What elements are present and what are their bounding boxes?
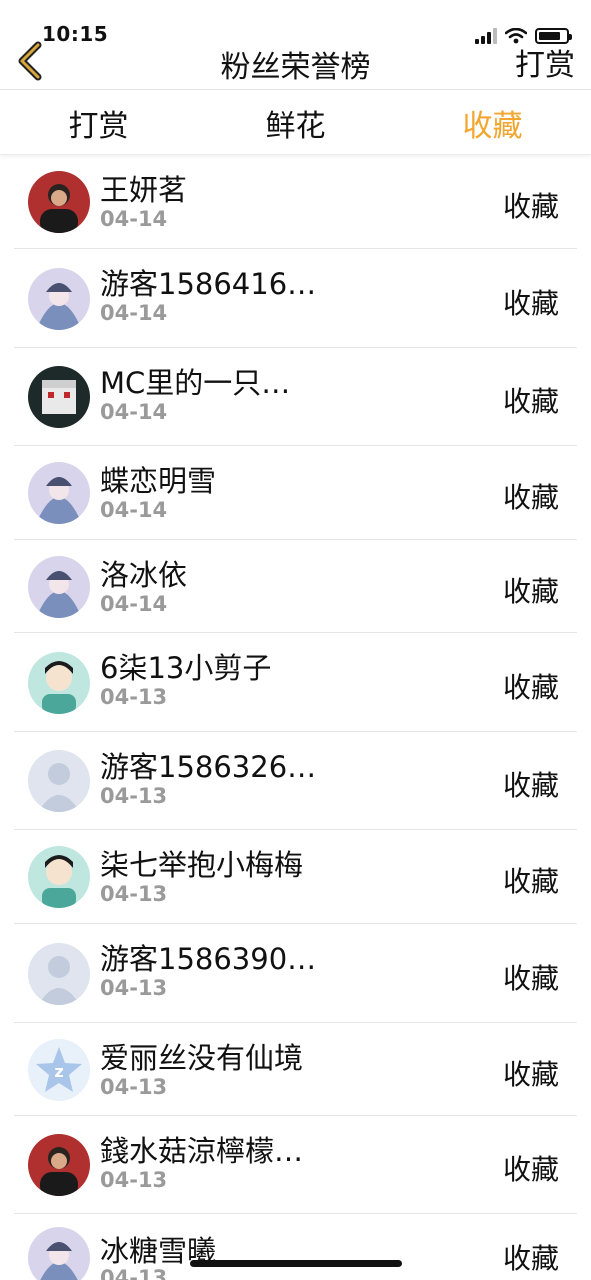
- fan-name: 游客1586326…: [100, 750, 317, 784]
- fan-name: 洛冰依: [100, 558, 188, 592]
- fan-name: 游客1586390…: [100, 942, 317, 976]
- avatar[interactable]: [28, 652, 90, 714]
- fan-name: 6柒13小剪子: [100, 651, 272, 685]
- tab-bar: 打赏 鲜花 收藏: [0, 91, 591, 155]
- fan-date: 04-14: [100, 592, 168, 616]
- avatar[interactable]: [28, 846, 90, 908]
- list-item[interactable]: 游客1586416… 04-14 收藏: [14, 249, 577, 348]
- fan-name: 錢水菇涼檸檬…: [100, 1134, 304, 1168]
- default-avatar-icon: [28, 943, 90, 1005]
- fan-action-label: 收藏: [502, 1242, 559, 1275]
- fan-name: MC里的一只…: [100, 366, 291, 400]
- fan-date: 04-14: [100, 207, 168, 231]
- fan-date: 04-13: [100, 784, 168, 808]
- avatar[interactable]: [28, 366, 90, 428]
- fan-action-label: 收藏: [502, 385, 559, 418]
- fan-date: 04-13: [100, 882, 168, 906]
- fan-action-label: 收藏: [502, 190, 559, 223]
- fan-date: 04-13: [100, 1168, 168, 1192]
- avatar[interactable]: [28, 1134, 90, 1196]
- cartoon-avatar-icon: [28, 652, 90, 714]
- list-item[interactable]: 錢水菇涼檸檬… 04-13 收藏: [14, 1116, 577, 1214]
- fan-name: 爱丽丝没有仙境: [100, 1041, 304, 1075]
- fan-action-label: 收藏: [502, 865, 559, 898]
- fan-date: 04-13: [100, 1075, 168, 1099]
- nav-bar: 粉丝荣誉榜 打赏: [0, 28, 591, 90]
- fan-date: 04-13: [100, 976, 168, 1000]
- list-item[interactable]: 游客1586390… 04-13 收藏: [14, 924, 577, 1023]
- fan-date: 04-14: [100, 498, 168, 522]
- fan-name: 王妍茗: [100, 173, 188, 207]
- fan-action-label: 收藏: [502, 962, 559, 995]
- tab-favorites[interactable]: 收藏: [394, 91, 591, 154]
- qzone-avatar-icon: z: [28, 1039, 90, 1101]
- fan-date: 04-13: [100, 685, 168, 709]
- fan-action-label: 收藏: [502, 769, 559, 802]
- fan-date: 04-14: [100, 400, 168, 424]
- tab-reward[interactable]: 打赏: [0, 91, 197, 154]
- avatar[interactable]: [28, 462, 90, 524]
- avatar[interactable]: z: [28, 1039, 90, 1101]
- list-item[interactable]: 柒七举抱小梅梅 04-13 收藏: [14, 830, 577, 924]
- avatar[interactable]: [28, 750, 90, 812]
- fan-action-label: 收藏: [502, 1058, 559, 1091]
- list-item[interactable]: 王妍茗 04-14 收藏: [14, 155, 577, 249]
- anime-avatar-icon: [28, 1227, 90, 1280]
- fan-action-label: 收藏: [502, 575, 559, 608]
- photo-avatar-icon: [28, 171, 90, 233]
- default-avatar-icon: [28, 750, 90, 812]
- fan-date: 04-14: [100, 301, 168, 325]
- cartoon-avatar-icon: [28, 846, 90, 908]
- list-item[interactable]: 6柒13小剪子 04-13 收藏: [14, 633, 577, 732]
- anime-avatar-icon: [28, 556, 90, 618]
- page-title: 粉丝荣誉榜: [220, 50, 371, 85]
- list-item[interactable]: 游客1586326… 04-13 收藏: [14, 732, 577, 830]
- fan-name: 游客1586416…: [100, 267, 317, 301]
- svg-text:z: z: [54, 1062, 63, 1081]
- list-item[interactable]: 冰糖雪曦 04-13 收藏: [14, 1214, 577, 1280]
- anime-avatar-icon: [28, 462, 90, 524]
- fan-action-label: 收藏: [502, 287, 559, 320]
- list-item[interactable]: z 爱丽丝没有仙境 04-13 收藏: [14, 1023, 577, 1116]
- home-indicator: [190, 1260, 402, 1267]
- anime-avatar-icon: [28, 268, 90, 330]
- reward-button[interactable]: 打赏: [515, 40, 575, 84]
- avatar[interactable]: [28, 268, 90, 330]
- minecraft-avatar-icon: [28, 366, 90, 428]
- fan-action-label: 收藏: [502, 481, 559, 514]
- list-item[interactable]: MC里的一只… 04-14 收藏: [14, 348, 577, 446]
- avatar[interactable]: [28, 171, 90, 233]
- fan-name: 蝶恋明雪: [100, 464, 217, 498]
- fan-action-label: 收藏: [502, 1153, 559, 1186]
- photo-avatar-icon: [28, 1134, 90, 1196]
- fan-list: 王妍茗 04-14 收藏 游客1586416… 04-14 收藏 MC里的一只… 04-14 收…: [14, 155, 577, 1280]
- avatar[interactable]: [28, 556, 90, 618]
- avatar[interactable]: [28, 1227, 90, 1280]
- list-item[interactable]: 洛冰依 04-14 收藏: [14, 540, 577, 633]
- fan-name: 柒七举抱小梅梅: [100, 848, 304, 882]
- tab-flowers[interactable]: 鲜花: [197, 91, 394, 154]
- fan-action-label: 收藏: [502, 671, 559, 704]
- avatar[interactable]: [28, 943, 90, 1005]
- list-item[interactable]: 蝶恋明雪 04-14 收藏: [14, 446, 577, 540]
- fan-date: 04-13: [100, 1266, 168, 1280]
